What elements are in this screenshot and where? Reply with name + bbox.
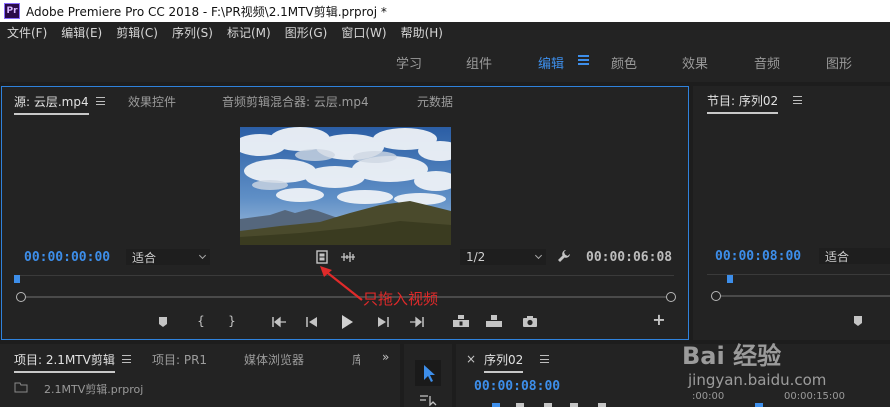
ruler-label-15s: 00:00:15:00 <box>784 391 846 402</box>
tab-media-browser[interactable]: 媒体浏览器 <box>244 351 304 368</box>
workspace-menu-icon[interactable] <box>578 55 589 65</box>
wrench-icon[interactable] <box>557 249 571 263</box>
menu-file[interactable]: 文件(F) <box>0 24 54 41</box>
watermark-url: jingyan.baidu.com <box>688 371 827 389</box>
source-current-timecode[interactable]: 00:00:00:00 <box>24 250 110 265</box>
program-monitor-panel: 节目: 序列02 00:00:08:00 适合 <box>693 86 890 340</box>
playhead-marker[interactable] <box>14 275 20 283</box>
step-back-icon[interactable] <box>305 316 319 328</box>
tools-panel <box>404 344 452 407</box>
scroll-handle-right[interactable] <box>666 292 676 302</box>
project-file-name[interactable]: 2.1MTV剪辑.prproj <box>44 381 143 397</box>
selection-tool-button[interactable] <box>415 360 441 386</box>
overwrite-icon[interactable] <box>485 314 503 328</box>
close-icon[interactable]: × <box>466 352 476 366</box>
mark-in-icon[interactable]: { <box>196 314 206 328</box>
workspace-tab-editing[interactable]: 编辑 <box>538 53 564 72</box>
ruler-label-start: :00:00 <box>692 391 725 402</box>
project-file-icon <box>14 382 28 393</box>
zoom-select-value: 适合 <box>132 250 157 265</box>
add-button-icon[interactable]: + <box>652 312 666 328</box>
panel-menu-icon[interactable] <box>793 96 802 104</box>
track-select-tool-icon[interactable] <box>418 394 438 406</box>
panel-menu-icon[interactable] <box>96 97 105 105</box>
workspace-tab-graphics[interactable]: 图形 <box>826 53 852 72</box>
workspace-tab-learn[interactable]: 学习 <box>396 53 422 72</box>
mark-out-icon[interactable]: } <box>227 314 237 328</box>
program-playhead-marker[interactable] <box>727 275 733 283</box>
play-icon[interactable] <box>340 314 354 330</box>
scroll-track <box>715 295 890 297</box>
zoom-select[interactable]: 适合 <box>126 249 210 265</box>
menu-help[interactable]: 帮助(H) <box>394 24 450 41</box>
tab-effect-controls[interactable]: 效果控件 <box>128 93 176 110</box>
source-panel-tabs: 源: 云层.mp4 效果控件 音频剪辑混合器: 云层.mp4 元数据 <box>2 87 688 115</box>
menu-marker[interactable]: 标记(M) <box>220 24 278 41</box>
tab-program[interactable]: 节目: 序列02 <box>707 92 779 114</box>
menu-graphics[interactable]: 图形(G) <box>278 24 335 41</box>
resolution-select-value: 1/2 <box>466 250 486 264</box>
scroll-handle-left[interactable] <box>711 291 721 301</box>
add-marker-icon[interactable] <box>853 315 863 327</box>
annotation-text: 只拖入视频 <box>363 290 439 308</box>
menu-sequence[interactable]: 序列(S) <box>165 24 220 41</box>
step-forward-icon[interactable] <box>376 316 390 328</box>
tab-audio-clip-mixer[interactable]: 音频剪辑混合器: 云层.mp4 <box>222 93 369 110</box>
window-title: Adobe Premiere Pro CC 2018 - F:\PR视频\2.1… <box>26 4 387 19</box>
landscape-frame-image <box>240 127 451 245</box>
annotation-arrow-icon <box>320 266 363 301</box>
workspace-tab-color[interactable]: 颜色 <box>611 53 637 72</box>
timeline-tool-icon[interactable] <box>544 403 552 407</box>
tab-project-pr1[interactable]: 项目: PR1 <box>152 351 207 368</box>
title-bar: Pr Adobe Premiere Pro CC 2018 - F:\PR视频\… <box>0 0 890 22</box>
program-current-timecode[interactable]: 00:00:08:00 <box>715 249 801 264</box>
program-ruler-line <box>707 274 890 275</box>
timeline-current-timecode[interactable]: 00:00:08:00 <box>474 379 560 394</box>
workspace-tab-audio[interactable]: 音频 <box>754 53 780 72</box>
insert-icon[interactable] <box>452 314 470 328</box>
timeline-tool-icon[interactable] <box>516 403 524 407</box>
more-tabs-icon[interactable]: » <box>382 350 389 364</box>
timeline-tool-icon[interactable] <box>492 403 500 407</box>
resolution-select[interactable]: 1/2 <box>460 249 546 265</box>
panel-menu-icon[interactable] <box>540 355 549 363</box>
tab-library[interactable]: 库 <box>352 351 360 368</box>
program-scroll-bar[interactable] <box>711 291 890 301</box>
project-panel: 项目: 2.1MTV剪辑 项目: PR1 媒体浏览器 库 » 2.1MTV剪辑.… <box>0 344 400 407</box>
menu-bar: 文件(F) 编辑(E) 剪辑(C) 序列(S) 标记(M) 图形(G) 窗口(W… <box>0 22 890 42</box>
timeline-tool-icon[interactable] <box>598 403 606 407</box>
tab-project-main[interactable]: 项目: 2.1MTV剪辑 <box>14 351 115 373</box>
camera-icon[interactable] <box>522 315 538 328</box>
tab-sequence[interactable]: 序列02 <box>484 351 524 373</box>
workspace-tab-effects[interactable]: 效果 <box>682 53 708 72</box>
panel-menu-icon[interactable] <box>122 355 131 363</box>
go-to-in-icon[interactable] <box>271 316 287 328</box>
film-icon[interactable] <box>316 250 328 264</box>
timeline-playhead-marker[interactable] <box>755 403 763 407</box>
workspace-tab-assembly[interactable]: 组件 <box>466 53 492 72</box>
source-duration-timecode: 00:00:06:08 <box>586 250 673 265</box>
add-marker-icon[interactable] <box>158 316 168 328</box>
premiere-logo-icon: Pr <box>4 3 20 19</box>
scroll-handle-left[interactable] <box>16 292 26 302</box>
go-to-out-icon[interactable] <box>409 316 425 328</box>
menu-edit[interactable]: 编辑(E) <box>54 24 109 41</box>
chevron-down-icon <box>198 251 207 260</box>
menu-window[interactable]: 窗口(W) <box>334 24 393 41</box>
tab-source[interactable]: 源: 云层.mp4 <box>14 93 89 115</box>
program-zoom-select[interactable]: 适合 <box>819 248 890 264</box>
video-preview[interactable] <box>240 127 451 245</box>
chevron-down-icon <box>534 251 543 260</box>
audio-waveform-icon[interactable] <box>340 251 356 263</box>
tab-metadata[interactable]: 元数据 <box>417 93 453 110</box>
selection-arrow-icon <box>424 365 435 382</box>
baidu-watermark: Bai 经验 <box>682 342 782 370</box>
workspace-bar: 学习 组件 编辑 颜色 效果 音频 图形 <box>0 42 890 82</box>
timeline-tool-icon[interactable] <box>570 403 578 407</box>
program-zoom-value: 适合 <box>825 249 850 264</box>
menu-clip[interactable]: 剪辑(C) <box>109 24 165 41</box>
